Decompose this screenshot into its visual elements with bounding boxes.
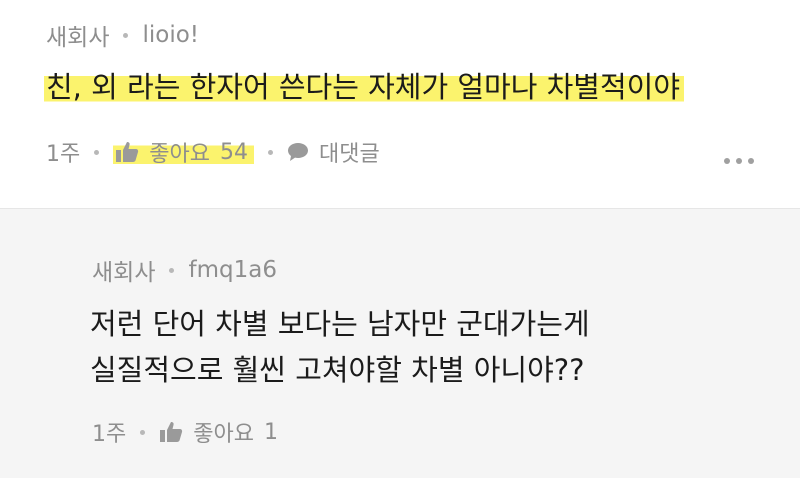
comment-text-highlighted: 친, 외 라는 한자어 쓴다는 자체가 얼마나 차별적이야 [44,70,685,104]
comment-text: 친, 외 라는 한자어 쓴다는 자체가 얼마나 차별적이야 [44,64,685,110]
thumbs-up-icon [160,422,183,442]
company-badge: 새회사 [92,260,156,286]
comment-text: 저런 단어 차별 보다는 남자만 군대가는게 실질적으로 훨씬 고쳐야할 차별 … [90,301,590,393]
separator-dot [123,32,129,38]
like-count: 54 [219,139,248,165]
author-name[interactable]: lioio! [142,22,199,48]
company-badge: 새회사 [46,25,110,51]
comment-text-line: 실질적으로 훨씬 고쳐야할 차별 아니야?? [90,353,585,387]
like-label: 좋아요 [149,142,210,167]
like-button[interactable]: 좋아요 54 [113,136,254,168]
comment-actions: 1주 좋아요 1 [92,416,278,448]
more-options-icon[interactable] [724,158,754,164]
comment-meta: 새회사 fmq1a6 [92,253,277,287]
separator-dot [94,149,100,155]
reply-label: 대댓글 [318,142,380,167]
author-name[interactable]: fmq1a6 [188,257,276,283]
separator-dot [140,429,146,435]
separator-dot [169,267,175,273]
comment: 새회사 lioio! 친, 외 라는 한자어 쓴다는 자체가 얼마나 차별적이야… [0,0,800,209]
comment-time: 1주 [46,142,81,167]
like-count: 1 [263,419,278,445]
comment-time: 1주 [92,422,127,447]
comment-actions: 1주 좋아요 54 대댓글 [46,136,380,168]
comment-meta: 새회사 lioio! [46,18,199,52]
speech-bubble-icon [287,143,308,161]
reply-comment: 새회사 fmq1a6 저런 단어 차별 보다는 남자만 군대가는게 실질적으로 … [0,209,800,478]
reply-button[interactable]: 대댓글 [287,136,380,168]
thumbs-up-icon [116,142,139,162]
comment-text-line: 저런 단어 차별 보다는 남자만 군대가는게 [90,307,590,341]
like-label: 좋아요 [193,422,254,447]
like-button[interactable]: 좋아요 1 [159,416,278,448]
separator-dot [267,149,273,155]
